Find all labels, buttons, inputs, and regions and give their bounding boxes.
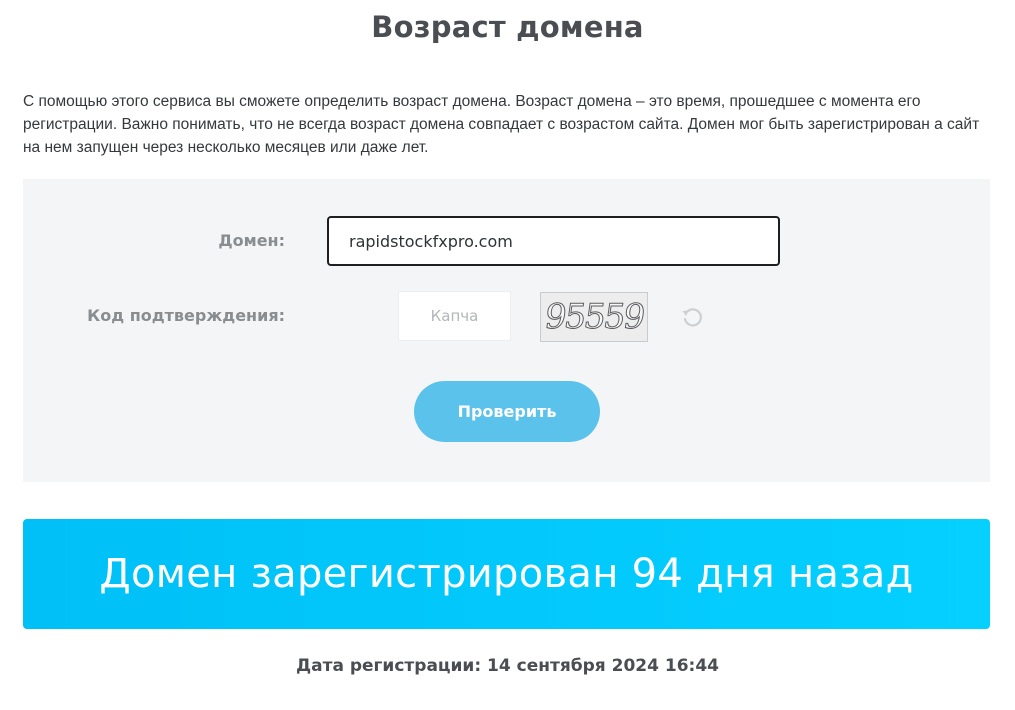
refresh-icon[interactable] — [678, 303, 706, 331]
registration-date: Дата регистрации: 14 сентября 2024 16:44 — [296, 656, 719, 676]
page-title: Возраст домена — [371, 10, 644, 44]
domain-age-form: Домен: Код подтверждения: 95559 Проверит… — [23, 179, 990, 482]
captcha-input[interactable] — [398, 291, 511, 341]
captcha-image: 95559 — [540, 292, 648, 342]
domain-input[interactable] — [327, 216, 780, 266]
domain-label: Домен: — [218, 231, 285, 250]
result-headline: Домен зарегистрирован 94 дня назад — [99, 551, 914, 597]
result-banner: Домен зарегистрирован 94 дня назад — [23, 519, 990, 629]
captcha-image-text: 95559 — [542, 297, 647, 338]
check-button[interactable]: Проверить — [414, 381, 600, 442]
service-description: С помощью этого сервиса вы сможете опред… — [23, 93, 980, 156]
captcha-label: Код подтверждения: — [87, 306, 285, 325]
